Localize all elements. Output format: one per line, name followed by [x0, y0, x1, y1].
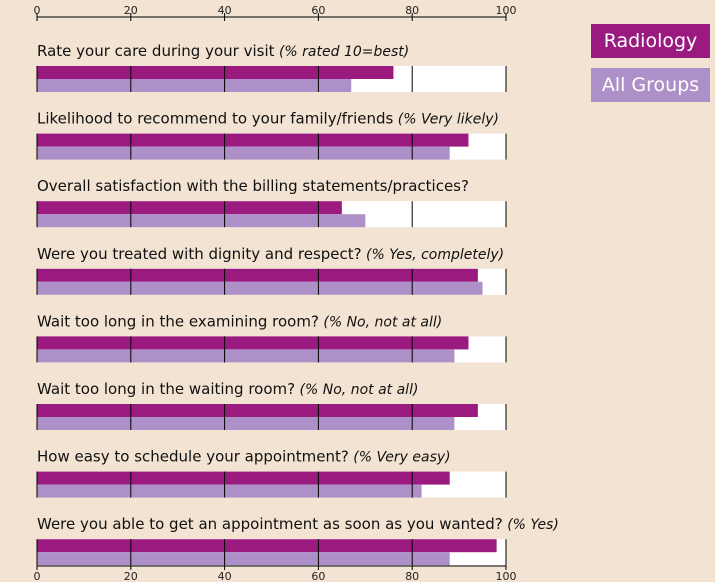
bottom-tick-label: 0: [34, 570, 41, 582]
bottom-tick-label: 100: [496, 570, 517, 582]
bar-all-groups: [37, 79, 352, 92]
bottom-tick-label: 40: [218, 570, 232, 582]
category-label: Wait too long in the waiting room? (% No…: [37, 380, 418, 398]
bottom-tick-label: 80: [405, 570, 419, 582]
category-label: Wait too long in the examining room? (% …: [37, 312, 442, 330]
top-tick-label: 40: [218, 4, 232, 17]
bottom-tick-label: 20: [124, 570, 138, 582]
bar-radiology: [37, 201, 342, 215]
bar-radiology: [37, 539, 497, 553]
category-label: Were you treated with dignity and respec…: [37, 245, 504, 263]
top-tick-label: 0: [34, 4, 41, 17]
bar-all-groups: [37, 349, 455, 363]
category-label: Were you able to get an appointment as s…: [37, 515, 559, 533]
bar-all-groups: [37, 214, 366, 228]
bar-all-groups: [37, 281, 483, 295]
bar-radiology: [37, 133, 469, 147]
bar-radiology: [37, 471, 450, 485]
bar-all-groups: [37, 552, 450, 566]
category-label: Overall satisfaction with the billing st…: [37, 177, 469, 195]
category-label: Rate your care during your visit (% rate…: [37, 42, 409, 60]
legend-all-groups: All Groups: [591, 68, 710, 102]
bar-radiology: [37, 66, 394, 79]
bar-all-groups: [37, 484, 422, 498]
top-tick-label: 60: [311, 4, 325, 17]
top-tick-label: 20: [124, 4, 138, 17]
top-tick-label: 80: [405, 4, 419, 17]
bottom-tick-label: 60: [311, 570, 325, 582]
top-tick-label: 100: [496, 4, 517, 17]
legend-radiology: Radiology: [591, 24, 710, 58]
bar-radiology: [37, 336, 469, 350]
bar-all-groups: [37, 146, 450, 160]
bar-all-groups: [37, 417, 455, 430]
category-label: How easy to schedule your appointment? (…: [37, 448, 451, 466]
category-label: Likelihood to recommend to your family/f…: [37, 110, 499, 128]
